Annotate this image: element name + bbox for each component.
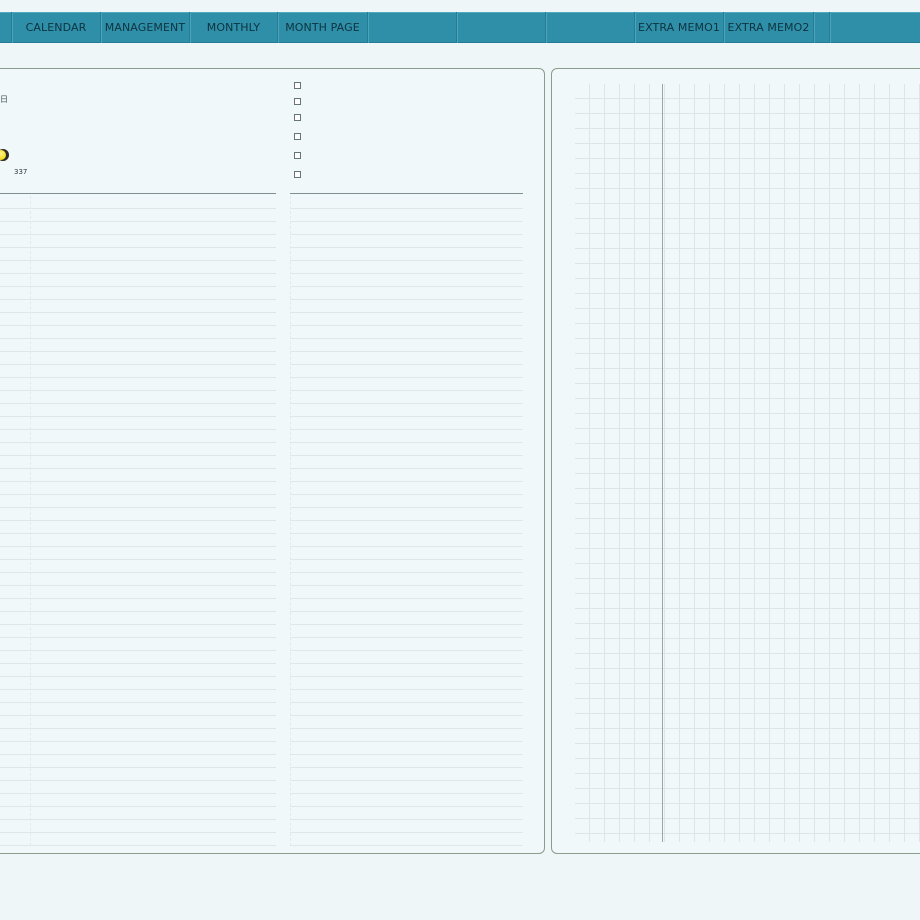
- ruled-notes-area[interactable]: [0, 196, 276, 846]
- todo-checkbox[interactable]: [294, 133, 301, 140]
- grid-margin-line: [662, 84, 663, 842]
- day-header-text: 日: [0, 95, 8, 104]
- tab-blank-2[interactable]: [457, 12, 546, 43]
- tab-month-page[interactable]: MONTH PAGE: [278, 12, 368, 43]
- section-divider-right: [290, 193, 523, 194]
- tab-blank-1[interactable]: [368, 12, 457, 43]
- grid-writing-area[interactable]: [575, 84, 920, 842]
- ruled-notes-area-2[interactable]: [290, 196, 523, 846]
- tab-label: EXTRA MEMO1: [638, 21, 720, 34]
- todo-checkbox[interactable]: [294, 171, 301, 178]
- tab-label: MONTH PAGE: [285, 21, 360, 34]
- todo-checkbox[interactable]: [294, 152, 301, 159]
- tab-calendar[interactable]: CALENDAR: [12, 12, 101, 43]
- tab-label: MONTHLY: [206, 21, 261, 34]
- tab-label: MANAGEMENT: [104, 21, 186, 34]
- section-divider-left: [0, 193, 276, 194]
- todo-checkbox[interactable]: [294, 114, 301, 121]
- planner-page: CALENDAR MANAGEMENT MONTHLY MONTH PAGE E…: [0, 0, 920, 920]
- todo-checkbox[interactable]: [294, 98, 301, 105]
- day-of-year: 337: [14, 168, 28, 176]
- tab-extra-memo1[interactable]: EXTRA MEMO1: [635, 12, 724, 43]
- top-navigation-bar: CALENDAR MANAGEMENT MONTHLY MONTH PAGE E…: [0, 12, 920, 43]
- tab-management[interactable]: MANAGEMENT: [101, 12, 190, 43]
- tab-label: EXTRA MEMO2: [727, 21, 810, 34]
- tab-blank-end[interactable]: [814, 12, 830, 43]
- tab-monthly[interactable]: MONTHLY: [190, 12, 278, 43]
- tab-blank-3[interactable]: [546, 12, 635, 43]
- tab-blank-start[interactable]: [0, 12, 12, 43]
- todo-checkbox[interactable]: [294, 82, 301, 89]
- tab-label: CALENDAR: [25, 21, 87, 34]
- tab-extra-memo2[interactable]: EXTRA MEMO2: [724, 12, 814, 43]
